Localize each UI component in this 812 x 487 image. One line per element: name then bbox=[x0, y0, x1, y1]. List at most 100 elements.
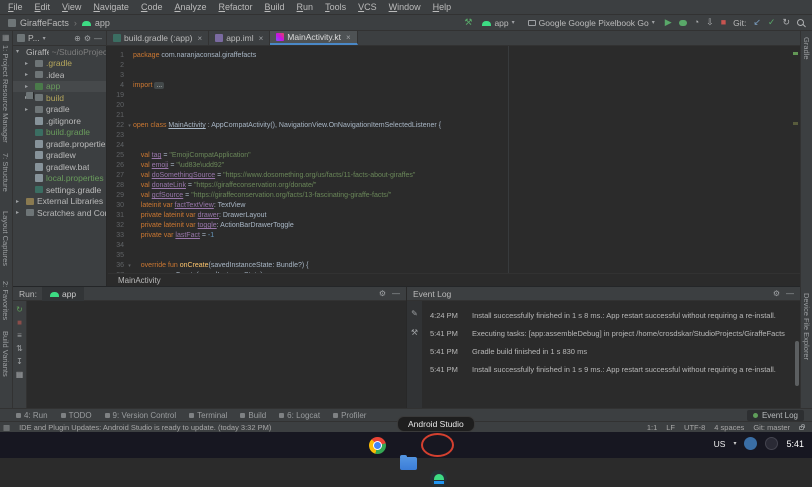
toolwindow-button-profiler[interactable]: Profiler bbox=[333, 411, 366, 420]
tree-item-gradle-properties[interactable]: gradle.properties bbox=[13, 138, 106, 150]
code-line[interactable]: 32 private lateinit var toggle: ActionBa… bbox=[108, 221, 800, 231]
breadcrumb-class[interactable]: MainActivity bbox=[118, 276, 161, 285]
line-ending[interactable]: LF bbox=[666, 423, 675, 432]
line-number[interactable]: 23 bbox=[108, 131, 126, 141]
tree-item-gradlew[interactable]: gradlew bbox=[13, 150, 106, 162]
readonly-lock-icon[interactable] bbox=[799, 426, 804, 430]
code-line[interactable]: 36▾ override fun onCreate(savedInstanceS… bbox=[108, 261, 800, 271]
menu-help[interactable]: Help bbox=[433, 2, 452, 12]
search-icon[interactable] bbox=[797, 19, 804, 26]
tab-build-gradle-app[interactable]: build.gradle (:app)× bbox=[107, 31, 209, 45]
line-number[interactable]: 1 bbox=[108, 51, 126, 61]
tree-item-build-gradle[interactable]: build.gradle bbox=[13, 127, 106, 139]
menu-run[interactable]: Run bbox=[297, 2, 314, 12]
line-number[interactable]: 35 bbox=[108, 251, 126, 261]
keyboard-layout[interactable]: US bbox=[714, 439, 726, 449]
line-number[interactable]: 24 bbox=[108, 141, 126, 151]
menu-navigate[interactable]: Navigate bbox=[93, 2, 129, 12]
event-log-scrollbar[interactable] bbox=[795, 341, 799, 386]
stripe-button-build-variants[interactable]: Build Variants bbox=[1, 331, 10, 377]
breadcrumb-app[interactable]: app bbox=[95, 18, 110, 28]
git-revert-icon[interactable]: ↻ bbox=[782, 18, 790, 27]
code-line[interactable]: 21 bbox=[108, 111, 800, 121]
line-number[interactable]: 29 bbox=[108, 191, 126, 201]
status-message[interactable]: IDE and Plugin Updates: Android Studio i… bbox=[19, 423, 271, 432]
settings-gear-icon[interactable]: ⚙ bbox=[84, 34, 91, 43]
settings-gear-icon[interactable]: ⚙ bbox=[379, 289, 386, 298]
tab-mainactivity-kt[interactable]: MainActivity.kt× bbox=[270, 31, 357, 45]
tree-item-gradle[interactable]: ▸gradle bbox=[13, 104, 106, 116]
code-line[interactable]: 27 val doSomethingSource = "https://www.… bbox=[108, 171, 800, 181]
toolwindow-button-9-version-control[interactable]: 9: Version Control bbox=[105, 411, 177, 420]
close-icon[interactable]: × bbox=[346, 33, 351, 42]
line-number[interactable]: 28 bbox=[108, 181, 126, 191]
settings-gear-icon[interactable]: ⚙ bbox=[773, 289, 780, 298]
toolwindow-button-6-logcat[interactable]: 6: Logcat bbox=[279, 411, 320, 420]
toolwindow-button-terminal[interactable]: Terminal bbox=[189, 411, 227, 420]
menu-tools[interactable]: Tools bbox=[325, 2, 346, 12]
stripe-button-7-structure[interactable]: 7: Structure bbox=[1, 153, 10, 192]
attach-debugger-button[interactable]: ⇩ bbox=[706, 18, 714, 27]
stop-icon[interactable]: ■ bbox=[17, 318, 22, 327]
menu-edit[interactable]: Edit bbox=[35, 2, 51, 12]
toolwindow-button-4-run[interactable]: 4: Run bbox=[16, 411, 48, 420]
line-number[interactable]: 30 bbox=[108, 201, 126, 211]
code-line[interactable]: 19 bbox=[108, 91, 800, 101]
code-line[interactable]: 24 bbox=[108, 141, 800, 151]
stripe-button-gradle[interactable]: Gradle bbox=[802, 37, 811, 60]
android-studio-icon[interactable] bbox=[430, 470, 447, 487]
line-number[interactable]: 19 bbox=[108, 91, 126, 101]
run-configuration-select[interactable]: app ▾ bbox=[479, 17, 517, 29]
code-line[interactable]: 2 bbox=[108, 61, 800, 71]
line-number[interactable]: 26 bbox=[108, 161, 126, 171]
indent-setting[interactable]: 4 spaces bbox=[714, 423, 744, 432]
stripe-button-layout-captures[interactable]: Layout Captures bbox=[1, 211, 10, 266]
tree-item-gradle[interactable]: ▸.gradle bbox=[13, 58, 106, 70]
git-commit-icon[interactable]: ✓ bbox=[768, 18, 776, 27]
settings-wrench-icon[interactable]: ⚒ bbox=[411, 328, 418, 337]
tree-item-gitignore[interactable]: .gitignore bbox=[13, 115, 106, 127]
profiler-button[interactable]: ◔ bbox=[694, 18, 699, 27]
menu-window[interactable]: Window bbox=[389, 2, 421, 12]
device-select[interactable]: Google Google Pixelbook Go ▾ bbox=[525, 17, 658, 29]
tree-item-giraffefacts[interactable]: ▾GiraffeFacts ~/StudioProjects/GiraffeFa… bbox=[13, 46, 106, 58]
files-folder-icon[interactable] bbox=[400, 457, 417, 470]
stop-button[interactable]: ■ bbox=[721, 18, 726, 27]
line-number[interactable]: 34 bbox=[108, 241, 126, 251]
file-encoding[interactable]: UTF-8 bbox=[684, 423, 705, 432]
tree-item-gradlew-bat[interactable]: gradlew.bat bbox=[13, 161, 106, 173]
line-number[interactable]: 25 bbox=[108, 151, 126, 161]
line-number[interactable]: 27 bbox=[108, 171, 126, 181]
menu-analyze[interactable]: Analyze bbox=[174, 2, 206, 12]
edit-pencil-icon[interactable]: ✎ bbox=[411, 309, 418, 318]
menu-view[interactable]: View bbox=[62, 2, 81, 12]
git-update-icon[interactable]: ↙ bbox=[753, 18, 761, 27]
line-number[interactable]: 21 bbox=[108, 111, 126, 121]
code-editor[interactable]: 1package com.naranjaconsal.giraffefacts2… bbox=[108, 46, 800, 273]
hide-panel-icon[interactable]: — bbox=[786, 289, 794, 298]
menu-code[interactable]: Code bbox=[141, 2, 163, 12]
code-line[interactable]: 28 val donateLink = "https://giraffecons… bbox=[108, 181, 800, 191]
tree-item-settings-gradle[interactable]: settings.gradle bbox=[13, 184, 106, 196]
toolwindow-button-todo[interactable]: TODO bbox=[61, 411, 92, 420]
code-line[interactable]: 25 val tag = "EmojiCompatApplication" bbox=[108, 151, 800, 161]
code-line[interactable]: 20 bbox=[108, 101, 800, 111]
code-line[interactable]: 29 val gcfSource = "https://giraffeconse… bbox=[108, 191, 800, 201]
menu-file[interactable]: File bbox=[8, 2, 23, 12]
line-number[interactable]: 20 bbox=[108, 101, 126, 111]
line-number[interactable]: 2 bbox=[108, 61, 126, 71]
code-line[interactable]: 23 bbox=[108, 131, 800, 141]
stripe-button-1-project[interactable]: 1: Project bbox=[1, 45, 10, 77]
line-number[interactable]: 22 bbox=[108, 121, 126, 131]
scroll-updown-icon[interactable]: ⇅ bbox=[16, 344, 23, 353]
locate-file-icon[interactable]: ⊕ bbox=[74, 34, 81, 43]
rerun-icon[interactable]: ↻ bbox=[16, 305, 23, 314]
code-line[interactable]: 31 private lateinit var drawer: DrawerLa… bbox=[108, 211, 800, 221]
close-icon[interactable]: × bbox=[259, 34, 264, 43]
code-line[interactable]: 35 bbox=[108, 251, 800, 261]
caret-position[interactable]: 1:1 bbox=[647, 423, 657, 432]
stripe-button-device-file-explorer[interactable]: Device File Explorer bbox=[802, 293, 811, 360]
soft-wrap-icon[interactable]: ▦ bbox=[16, 370, 24, 379]
line-number[interactable]: 4 bbox=[108, 81, 126, 91]
code-line[interactable]: 30 lateinit var factTextView: TextView bbox=[108, 201, 800, 211]
